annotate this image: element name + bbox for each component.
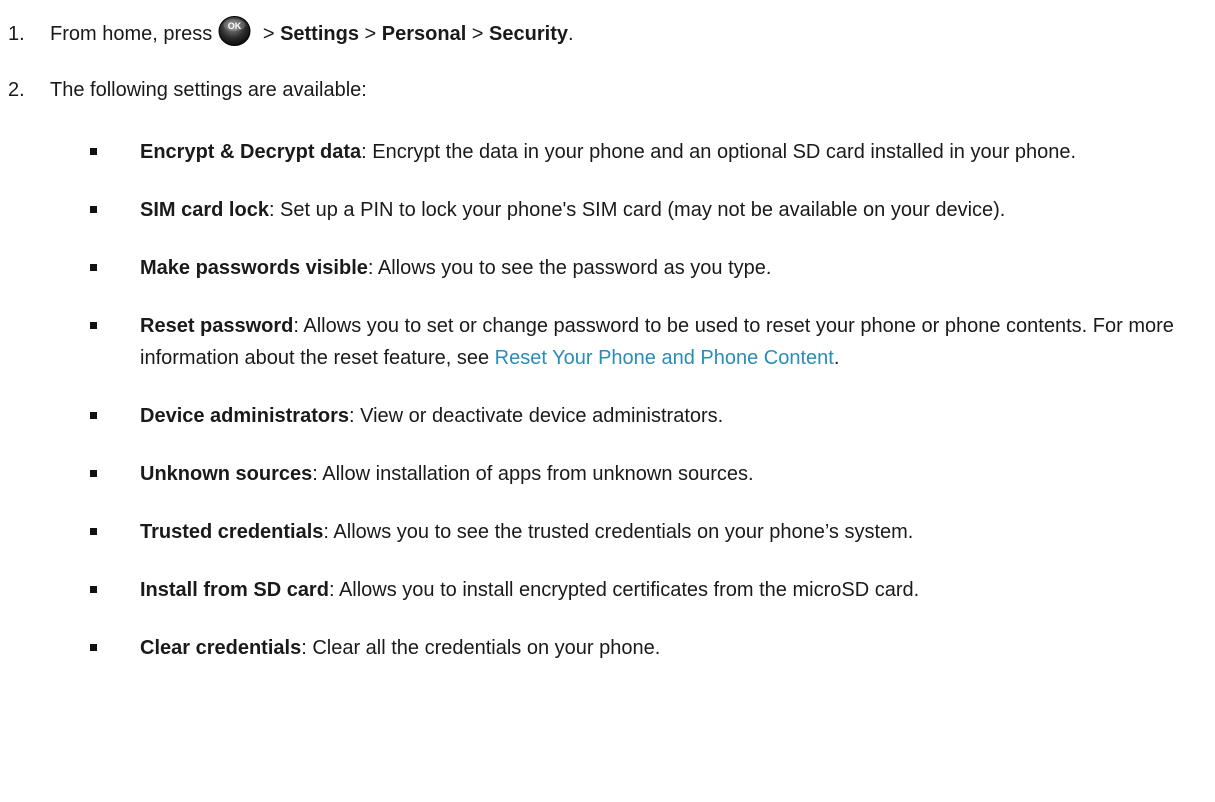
bullet-marker — [90, 470, 97, 477]
list-item: SIM card lock: Set up a PIN to lock your… — [88, 194, 1198, 226]
path-separator: > — [466, 23, 490, 45]
step-text-prefix: From home, press — [50, 23, 213, 45]
bullet-marker — [90, 322, 97, 329]
list-item: Encrypt & Decrypt data: Encrypt the data… — [88, 136, 1198, 168]
setting-name: SIM card lock — [140, 199, 269, 221]
help-document: 1. From home, press OK > Settings > Pers… — [0, 0, 1215, 802]
list-item: Device administrators: View or deactivat… — [88, 400, 1198, 432]
bullet-marker — [90, 412, 97, 419]
setting-description: : Allows you to install encrypted certif… — [328, 579, 920, 601]
setting-description-end: . — [833, 347, 840, 369]
setting-description: : Clear all the credentials on your phon… — [301, 637, 661, 659]
list-item: Clear credentials: Clear all the credent… — [88, 632, 1198, 664]
bullet-marker — [90, 644, 97, 651]
path-settings: Settings — [280, 23, 359, 45]
bullet-marker — [90, 528, 97, 535]
bullet-marker — [90, 206, 97, 213]
list-item: Trusted credentials: Allows you to see t… — [88, 516, 1198, 548]
ok-icon-label: OK — [228, 21, 242, 31]
step-1: 1. From home, press OK > Settings > Pers… — [8, 16, 574, 51]
step-number: 1. — [8, 23, 25, 45]
setting-name: Encrypt & Decrypt data — [140, 141, 362, 163]
bullet-marker — [90, 148, 97, 155]
list-item: Unknown sources: Allow installation of a… — [88, 458, 1198, 490]
step-number: 2. — [8, 79, 25, 101]
list-item: Install from SD card: Allows you to inst… — [88, 574, 1198, 606]
ok-button-icon: OK — [218, 14, 251, 47]
list-item: Make passwords visible: Allows you to se… — [88, 252, 1198, 284]
step-text-suffix: . — [567, 23, 574, 45]
setting-description: : Set up a PIN to lock your phone's SIM … — [268, 199, 1006, 221]
setting-description: : Allow installation of apps from unknow… — [312, 463, 754, 485]
path-personal: Personal — [381, 23, 467, 45]
setting-name: Make passwords visible — [140, 257, 368, 279]
settings-list: Encrypt & Decrypt data: Encrypt the data… — [88, 136, 1198, 690]
bullet-marker — [90, 264, 97, 271]
setting-name: Install from SD card — [140, 579, 329, 601]
bullet-marker — [90, 586, 97, 593]
path-separator: > — [358, 23, 382, 45]
path-security: Security — [489, 23, 568, 45]
setting-name: Device administrators — [140, 405, 349, 427]
step-2: 2. The following settings are available: — [8, 79, 367, 102]
setting-description: : Allows you to see the trusted credenti… — [323, 521, 914, 543]
setting-description: : Allows you to see the password as you … — [367, 257, 772, 279]
step-text: The following settings are available: — [50, 79, 367, 101]
setting-name: Unknown sources — [140, 463, 313, 485]
list-item: Reset password: Allows you to set or cha… — [88, 310, 1198, 374]
reset-phone-link[interactable]: Reset Your Phone and Phone Content — [495, 347, 834, 369]
setting-name: Clear credentials — [140, 637, 302, 659]
setting-name: Trusted credentials — [140, 521, 324, 543]
setting-name: Reset password — [140, 315, 294, 337]
path-separator: > — [257, 23, 281, 45]
setting-description: : View or deactivate device administrato… — [348, 405, 724, 427]
setting-description: : Encrypt the data in your phone and an … — [361, 141, 1077, 163]
